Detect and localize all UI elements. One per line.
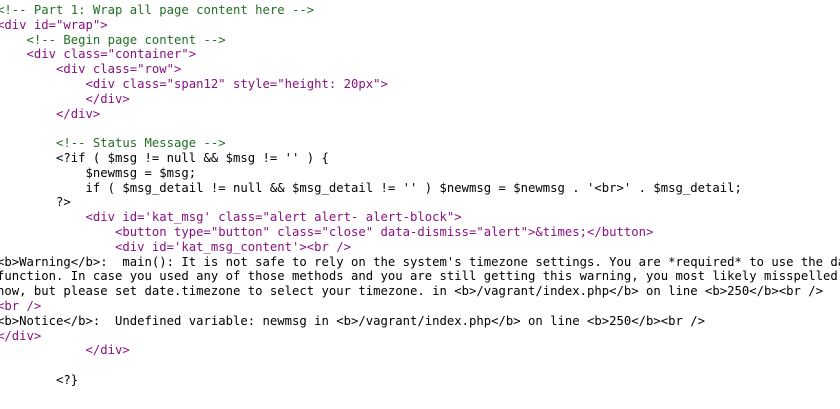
- code-line: <!-- Status Message -->: [0, 136, 226, 151]
- source-code: <!-- Part 1: Wrap all page content here …: [0, 3, 840, 388]
- code-line: </div>: [0, 328, 42, 343]
- code-line: <!-- Begin page content -->: [0, 32, 226, 47]
- code-line: <div class="span12" style="height: 20px"…: [0, 76, 388, 91]
- code-line: <?}: [0, 372, 79, 387]
- code-line: <br />: [0, 298, 42, 313]
- code-line: ?>: [0, 195, 71, 210]
- code-line: $newmsg = $msg;: [0, 165, 197, 180]
- code-line: </div>: [0, 106, 101, 121]
- code-line: </div>: [0, 91, 130, 106]
- code-line: if ( $msg_detail != null && $msg_detail …: [0, 180, 742, 195]
- code-line: <button type="button" class="close" data…: [0, 224, 654, 239]
- code-line: <div class="row">: [0, 62, 182, 77]
- code-view: <!-- Part 1: Wrap all page content here …: [0, 0, 840, 409]
- warning-line: now, but please set date.timezone to sel…: [0, 284, 824, 299]
- code-line: <div id='kat_msg_content'><br />: [0, 239, 352, 254]
- warning-line: function. In case you used any of those …: [0, 269, 838, 284]
- warning-line: <b>Warning</b>: main(): It is not safe t…: [0, 254, 840, 269]
- code-line: <div id="wrap">: [0, 17, 108, 32]
- code-line: </div>: [0, 343, 130, 358]
- code-line: <div id='kat_msg' class="alert alert- al…: [0, 210, 462, 225]
- notice-line: <b>Notice</b>: Undefined variable: newms…: [0, 313, 706, 328]
- code-line: <?if ( $msg != null && $msg != '' ) {: [0, 150, 329, 165]
- code-line: <div class="container">: [0, 47, 197, 62]
- code-line: <!-- Part 1: Wrap all page content here …: [0, 3, 315, 17]
